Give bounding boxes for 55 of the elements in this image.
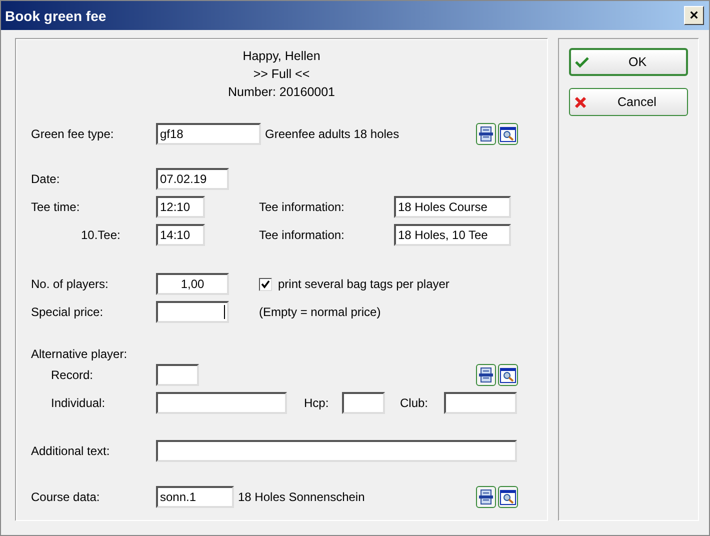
cross-icon bbox=[574, 96, 587, 108]
input-field[interactable]: 1,00 bbox=[156, 273, 229, 295]
input-field[interactable]: 18 Holes Course bbox=[394, 196, 511, 218]
window-title: Book green fee bbox=[5, 8, 106, 24]
document-icon bbox=[479, 367, 493, 383]
search-button[interactable] bbox=[498, 123, 518, 145]
field-label: No. of players: bbox=[31, 277, 110, 291]
list-button[interactable] bbox=[476, 364, 496, 386]
input-field[interactable] bbox=[444, 392, 517, 414]
description-text: 18 Holes Sonnenschein bbox=[238, 490, 365, 504]
header-text: >> Full << bbox=[253, 66, 310, 83]
hint-text: (Empty = normal price) bbox=[259, 305, 381, 319]
search-icon bbox=[500, 490, 516, 504]
input-field[interactable]: 07.02.19 bbox=[156, 168, 229, 190]
document-icon bbox=[479, 126, 493, 142]
field-label: Course data: bbox=[31, 490, 101, 504]
header-text: Happy, Hellen bbox=[242, 48, 320, 65]
close-button[interactable]: × bbox=[684, 6, 704, 25]
list-button[interactable] bbox=[476, 486, 496, 508]
input-field[interactable] bbox=[156, 301, 229, 323]
field-label: 10.Tee: bbox=[80, 228, 122, 242]
field-label: Individual: bbox=[50, 396, 106, 410]
input-field[interactable] bbox=[156, 392, 287, 414]
input-field[interactable]: 12:10 bbox=[156, 196, 205, 218]
checkbox-label: print several bag tags per player bbox=[278, 277, 450, 291]
field-label: Club: bbox=[400, 396, 430, 410]
field-label: Date: bbox=[31, 172, 61, 186]
field-label: Record: bbox=[50, 368, 94, 382]
search-button[interactable] bbox=[498, 364, 518, 386]
section-label: Alternative player: bbox=[31, 347, 128, 361]
input-field[interactable]: gf18 bbox=[156, 123, 261, 145]
search-icon bbox=[500, 126, 516, 142]
field-label: Additional text: bbox=[31, 444, 111, 458]
cancel-button[interactable]: Cancel bbox=[569, 88, 688, 116]
check-icon bbox=[575, 56, 589, 68]
document-icon bbox=[479, 489, 493, 505]
field-label: Tee information: bbox=[259, 228, 346, 242]
input-field[interactable]: sonn.1 bbox=[156, 486, 234, 508]
input-field[interactable] bbox=[342, 392, 385, 414]
search-icon bbox=[500, 368, 516, 382]
field-label: Hcp: bbox=[304, 396, 330, 410]
input-field[interactable]: 14:10 bbox=[156, 224, 205, 246]
search-button[interactable] bbox=[498, 486, 518, 508]
field-label: Tee information: bbox=[259, 200, 346, 214]
input-field[interactable] bbox=[156, 440, 517, 462]
ok-button[interactable]: OK bbox=[569, 48, 688, 76]
field-label: Special price: bbox=[31, 305, 104, 319]
list-button[interactable] bbox=[476, 123, 496, 145]
input-field[interactable] bbox=[156, 364, 199, 386]
checkbox[interactable] bbox=[259, 278, 272, 290]
input-field[interactable]: 18 Holes, 10 Tee bbox=[394, 224, 511, 246]
header-text: Number: 20160001 bbox=[228, 84, 336, 101]
description-text: Greenfee adults 18 holes bbox=[265, 127, 400, 141]
field-label: Green fee type: bbox=[31, 127, 115, 141]
field-label: Tee time: bbox=[31, 200, 81, 214]
